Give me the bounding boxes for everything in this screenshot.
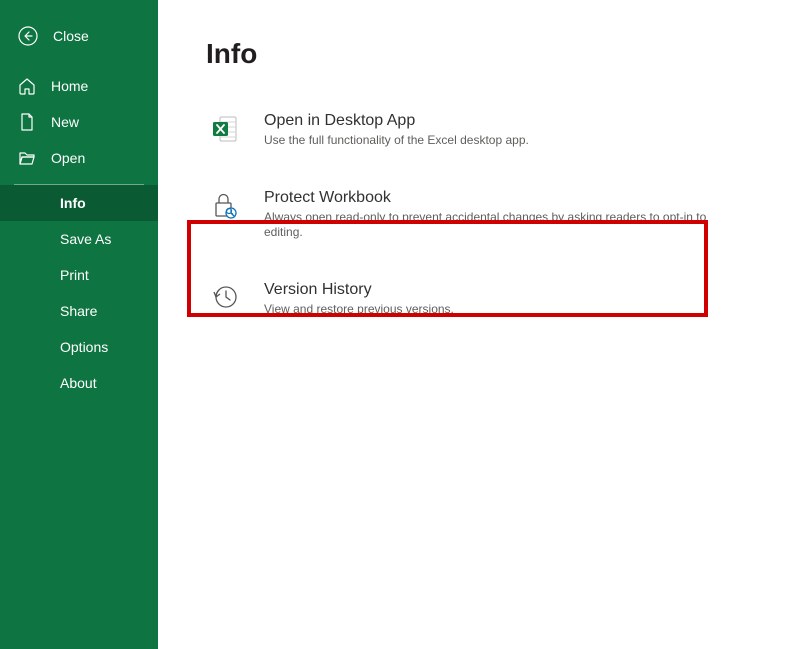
new-file-icon [18, 113, 36, 131]
sidebar-item-new[interactable]: New [0, 104, 158, 140]
sidebar-item-home[interactable]: Home [0, 68, 158, 104]
main-content: Info Open in Desktop App Use the full fu… [158, 0, 807, 649]
sidebar-new-label: New [51, 114, 79, 130]
card-version-history[interactable]: Version History View and restore previou… [206, 267, 777, 332]
sidebar-item-options[interactable]: Options [0, 329, 158, 365]
home-icon [18, 77, 36, 95]
open-folder-icon [18, 149, 36, 167]
sidebar-share-label: Share [60, 303, 97, 319]
open-desktop-desc: Use the full functionality of the Excel … [264, 133, 529, 149]
card-protect-workbook[interactable]: Protect Workbook Always open read-only t… [206, 175, 777, 255]
version-title: Version History [264, 281, 454, 299]
back-arrow-icon [18, 26, 38, 46]
sidebar-item-print[interactable]: Print [0, 257, 158, 293]
page-title: Info [206, 38, 777, 70]
close-label: Close [53, 28, 89, 44]
sidebar: Close Home New Open Info Save As Print S… [0, 0, 158, 649]
protect-lock-icon [208, 189, 242, 241]
sidebar-saveas-label: Save As [60, 231, 111, 247]
sidebar-print-label: Print [60, 267, 89, 283]
sidebar-item-share[interactable]: Share [0, 293, 158, 329]
sidebar-item-info[interactable]: Info [0, 185, 158, 221]
sidebar-home-label: Home [51, 78, 88, 94]
close-button[interactable]: Close [0, 18, 158, 68]
open-desktop-title: Open in Desktop App [264, 112, 529, 130]
sidebar-item-saveas[interactable]: Save As [0, 221, 158, 257]
version-desc: View and restore previous versions. [264, 302, 454, 318]
sidebar-item-about[interactable]: About [0, 365, 158, 401]
protect-desc: Always open read-only to prevent acciden… [264, 210, 734, 241]
card-open-desktop[interactable]: Open in Desktop App Use the full functio… [206, 98, 777, 163]
excel-app-icon [208, 112, 242, 149]
sidebar-item-open[interactable]: Open [0, 140, 158, 176]
sidebar-options-label: Options [60, 339, 108, 355]
sidebar-info-label: Info [60, 195, 86, 211]
sidebar-open-label: Open [51, 150, 85, 166]
sidebar-about-label: About [60, 375, 97, 391]
protect-title: Protect Workbook [264, 189, 734, 207]
history-clock-icon [208, 281, 242, 318]
